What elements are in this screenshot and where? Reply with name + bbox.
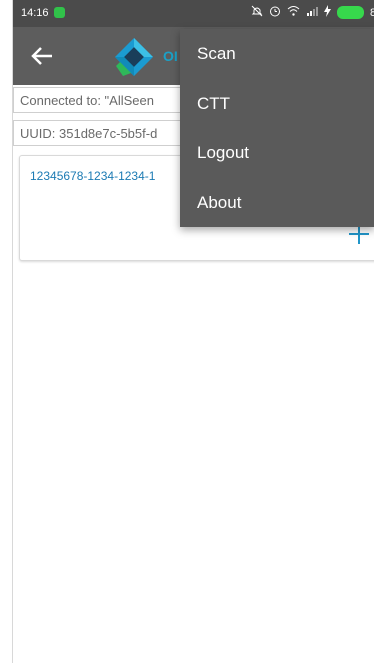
- status-time: 14:16: [21, 7, 49, 19]
- back-button[interactable]: [27, 41, 57, 71]
- notification-icon: [54, 7, 65, 18]
- battery-level: 89: [370, 7, 374, 19]
- charging-icon: [324, 5, 331, 20]
- battery-icon: [337, 6, 364, 19]
- wifi-icon: [287, 5, 300, 20]
- alarm-icon: [269, 5, 281, 20]
- signal-icon: [306, 5, 318, 20]
- menu-item-about[interactable]: About: [180, 178, 374, 228]
- app-logo-text: OI: [163, 48, 178, 64]
- status-bar: 14:16 89: [13, 0, 374, 27]
- app-logo-icon: [115, 38, 153, 76]
- mute-icon: [251, 5, 263, 20]
- menu-item-scan[interactable]: Scan: [180, 29, 374, 79]
- resource-uuid-link[interactable]: 12345678-1234-1234-1: [30, 169, 155, 183]
- menu-item-ctt[interactable]: CTT: [180, 79, 374, 129]
- menu-item-logout[interactable]: Logout: [180, 128, 374, 178]
- overflow-menu: Scan CTT Logout About: [180, 29, 374, 227]
- arrow-left-icon: [31, 47, 52, 65]
- app-logo: [113, 36, 155, 78]
- status-icons: 89: [251, 5, 374, 20]
- app-screen: 14:16 89: [12, 0, 374, 663]
